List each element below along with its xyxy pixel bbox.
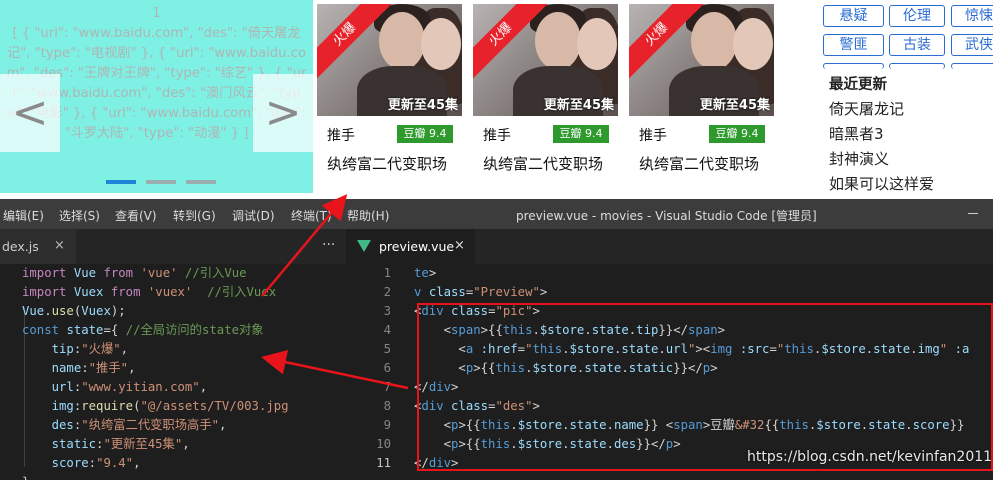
menu-terminal[interactable]: 终端(T)	[291, 207, 332, 224]
movie-card[interactable]: 火爆 更新至45集推手 豆瓣 9.4 纨绔富二代变职场	[317, 4, 462, 194]
latest-item[interactable]: 如果可以这样爱	[829, 173, 934, 194]
right-editor-pane: preview.vue × 1 2 3 4 5 6 7 8 9 10 11 te> v class=…	[347, 229, 993, 480]
episode-label: 更新至45集	[699, 98, 770, 113]
line-number: 3	[383, 304, 391, 318]
line-number: 10	[376, 437, 391, 451]
carousel-dot[interactable]	[186, 180, 216, 184]
line-number: 2	[383, 285, 391, 299]
carousel-dot[interactable]	[146, 180, 176, 184]
poster-image[interactable]: 火爆 更新至45集	[473, 4, 618, 116]
card-description: 纨绔富二代变职场	[639, 155, 760, 173]
score-badge: 豆瓣 9.4	[709, 125, 765, 143]
card-title[interactable]: 推手	[327, 125, 355, 145]
line-number: 1	[383, 266, 391, 280]
menu-help[interactable]: 帮助(H)	[347, 207, 389, 224]
left-tab-bar: dex.js × ···	[0, 229, 346, 264]
tag-partial[interactable]	[889, 63, 945, 69]
tag-partial[interactable]	[951, 63, 993, 69]
latest-item[interactable]: 倚天屠龙记	[829, 98, 904, 119]
highlight-box	[417, 303, 993, 471]
tab-preview-vue[interactable]: preview.vue ×	[347, 229, 475, 264]
menu-goto[interactable]: 转到(G)	[173, 207, 216, 224]
tag-partial[interactable]	[823, 63, 884, 69]
tab-label: preview.vue	[379, 239, 455, 254]
close-icon[interactable]: ×	[454, 238, 465, 253]
card-description: 纨绔富二代变职场	[483, 155, 604, 173]
vue-file-icon	[357, 240, 371, 252]
episode-label: 更新至45集	[543, 98, 614, 113]
tag-thriller[interactable]: 惊悚	[951, 5, 993, 27]
line-number: 4	[383, 323, 391, 337]
menu-view[interactable]: 查看(V)	[115, 207, 157, 224]
carousel-prev-button[interactable]: <	[0, 74, 60, 152]
movie-card[interactable]: 火爆 更新至45集推手 豆瓣 9.4 纨绔富二代变职场	[629, 4, 774, 194]
watermark: https://blog.csdn.net/kevinfan2011	[747, 449, 993, 465]
menu-edit[interactable]: 编辑(E)	[3, 207, 44, 224]
line-number: 5	[383, 342, 391, 356]
poster-image[interactable]: 火爆 更新至45集	[317, 4, 462, 116]
score-badge: 豆瓣 9.4	[397, 125, 453, 143]
line-number: 6	[383, 361, 391, 375]
line-number: 11	[376, 456, 391, 470]
more-actions-icon[interactable]: ···	[322, 237, 335, 253]
card-title[interactable]: 推手	[483, 125, 511, 145]
close-icon[interactable]: ×	[54, 238, 65, 253]
carousel: 1 [ { "url": "www.baidu.com", "des": "倚天…	[0, 0, 313, 193]
vscode-window: 编辑(E) 选择(S) 查看(V) 转到(G) 调试(D) 终端(T) 帮助(H…	[0, 199, 993, 480]
score-badge: 豆瓣 9.4	[553, 125, 609, 143]
poster-image[interactable]: 火爆 更新至45集	[629, 4, 774, 116]
latest-item[interactable]: 暗黑者3	[829, 123, 884, 144]
latest-updates-title: 最近更新	[829, 77, 887, 93]
card-title[interactable]: 推手	[639, 125, 667, 145]
movie-card[interactable]: 火爆 更新至45集推手 豆瓣 9.4 纨绔富二代变职场	[473, 4, 618, 194]
menu-selection[interactable]: 选择(S)	[59, 207, 100, 224]
line-number: 9	[383, 418, 391, 432]
carousel-index: 1	[152, 6, 161, 21]
menu-debug[interactable]: 调试(D)	[232, 207, 275, 224]
carousel-next-button[interactable]: >	[253, 74, 313, 152]
tag-suspense[interactable]: 悬疑	[823, 5, 884, 27]
latest-item[interactable]: 封神演义	[829, 148, 889, 169]
right-tab-bar: preview.vue ×	[347, 229, 993, 264]
tab-index-js[interactable]: dex.js ×	[0, 229, 76, 264]
menu-bar: 编辑(E) 选择(S) 查看(V) 转到(G) 调试(D) 终端(T) 帮助(H…	[0, 199, 993, 229]
window-title: preview.vue - movies - Visual Studio Cod…	[516, 209, 817, 223]
tag-ethics[interactable]: 伦理	[889, 5, 945, 27]
line-number: 8	[383, 399, 391, 413]
tag-wuxia[interactable]: 武侠	[951, 34, 993, 56]
line-number: 7	[383, 380, 391, 394]
left-editor-pane: dex.js × ··· import Vue from 'vue' //引入V…	[0, 229, 346, 480]
tag-police[interactable]: 警匪	[823, 34, 884, 56]
episode-label: 更新至45集	[387, 98, 458, 113]
tag-costume[interactable]: 古装	[889, 34, 945, 56]
carousel-dot[interactable]	[106, 180, 136, 184]
card-description: 纨绔富二代变职场	[327, 155, 448, 173]
index-js-code[interactable]: import Vue from 'vue' //引入Vue import Vue…	[22, 264, 289, 480]
minimize-icon[interactable]	[968, 213, 978, 214]
tab-label: dex.js	[2, 239, 39, 254]
